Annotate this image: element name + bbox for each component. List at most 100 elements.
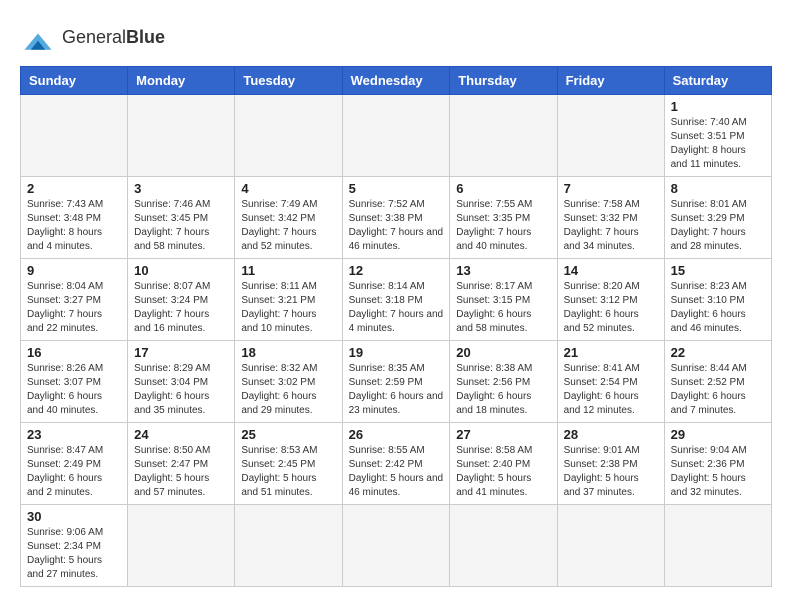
day-number: 29 bbox=[671, 427, 765, 442]
day-info: Sunrise: 8:32 AM Sunset: 3:02 PM Dayligh… bbox=[241, 362, 335, 418]
day-info: Sunrise: 8:41 AM Sunset: 2:54 PM Dayligh… bbox=[564, 362, 658, 418]
day-number: 25 bbox=[241, 427, 335, 442]
calendar-cell: 17 Sunrise: 8:29 AM Sunset: 3:04 PM Dayli… bbox=[128, 341, 235, 423]
day-number: 2 bbox=[27, 181, 121, 196]
weekday-header-saturday: Saturday bbox=[664, 67, 771, 95]
day-info: Sunrise: 8:35 AM Sunset: 2:59 PM Dayligh… bbox=[349, 362, 444, 418]
day-info: Sunrise: 7:49 AM Sunset: 3:42 PM Dayligh… bbox=[241, 198, 335, 254]
calendar-cell: 5 Sunrise: 7:52 AM Sunset: 3:38 PM Daylig… bbox=[342, 177, 450, 259]
calendar-cell: 20 Sunrise: 8:38 AM Sunset: 2:56 PM Dayli… bbox=[450, 341, 557, 423]
day-info: Sunrise: 8:29 AM Sunset: 3:04 PM Dayligh… bbox=[134, 362, 228, 418]
day-info: Sunrise: 8:58 AM Sunset: 2:40 PM Dayligh… bbox=[456, 444, 550, 500]
calendar-cell bbox=[21, 95, 128, 177]
day-number: 11 bbox=[241, 263, 335, 278]
calendar-cell bbox=[557, 505, 664, 587]
calendar-cell: 12Sunrise: 8:14 AM Sunset: 3:18 PM Dayli… bbox=[342, 259, 450, 341]
calendar-table: SundayMondayTuesdayWednesdayThursdayFrid… bbox=[20, 66, 772, 587]
day-number: 8 bbox=[671, 181, 765, 196]
day-info: Sunrise: 7:52 AM Sunset: 3:38 PM Dayligh… bbox=[349, 198, 444, 254]
calendar-week-2: 2 Sunrise: 7:43 AM Sunset: 3:48 PM Daylig… bbox=[21, 177, 772, 259]
day-info: Sunrise: 7:58 AM Sunset: 3:32 PM Dayligh… bbox=[564, 198, 658, 254]
calendar-week-3: 9 Sunrise: 8:04 AM Sunset: 3:27 PM Daylig… bbox=[21, 259, 772, 341]
day-number: 21 bbox=[564, 345, 658, 360]
calendar-cell: 1Sunrise: 7:40 AM Sunset: 3:51 PM Daylig… bbox=[664, 95, 771, 177]
calendar-cell bbox=[557, 95, 664, 177]
day-info: Sunrise: 8:26 AM Sunset: 3:07 PM Dayligh… bbox=[27, 362, 121, 418]
weekday-header-sunday: Sunday bbox=[21, 67, 128, 95]
calendar-cell: 14 Sunrise: 8:20 AM Sunset: 3:12 PM Dayli… bbox=[557, 259, 664, 341]
calendar-cell: 19Sunrise: 8:35 AM Sunset: 2:59 PM Dayli… bbox=[342, 341, 450, 423]
calendar-cell: 10 Sunrise: 8:07 AM Sunset: 3:24 PM Dayli… bbox=[128, 259, 235, 341]
day-number: 3 bbox=[134, 181, 228, 196]
day-number: 5 bbox=[349, 181, 444, 196]
logo-text: GeneralBlue bbox=[62, 28, 165, 48]
day-info: Sunrise: 9:01 AM Sunset: 2:38 PM Dayligh… bbox=[564, 444, 658, 500]
calendar-cell bbox=[128, 95, 235, 177]
calendar-week-1: 1Sunrise: 7:40 AM Sunset: 3:51 PM Daylig… bbox=[21, 95, 772, 177]
weekday-header-row: SundayMondayTuesdayWednesdayThursdayFrid… bbox=[21, 67, 772, 95]
calendar-cell: 22Sunrise: 8:44 AM Sunset: 2:52 PM Dayli… bbox=[664, 341, 771, 423]
calendar-cell bbox=[664, 505, 771, 587]
day-number: 14 bbox=[564, 263, 658, 278]
calendar-cell: 8 Sunrise: 8:01 AM Sunset: 3:29 PM Daylig… bbox=[664, 177, 771, 259]
weekday-header-wednesday: Wednesday bbox=[342, 67, 450, 95]
day-number: 22 bbox=[671, 345, 765, 360]
day-info: Sunrise: 8:47 AM Sunset: 2:49 PM Dayligh… bbox=[27, 444, 121, 500]
calendar-cell: 6Sunrise: 7:55 AM Sunset: 3:35 PM Daylig… bbox=[450, 177, 557, 259]
calendar-cell bbox=[128, 505, 235, 587]
day-info: Sunrise: 8:17 AM Sunset: 3:15 PM Dayligh… bbox=[456, 280, 550, 336]
calendar-cell bbox=[450, 505, 557, 587]
day-number: 28 bbox=[564, 427, 658, 442]
calendar-cell: 25Sunrise: 8:53 AM Sunset: 2:45 PM Dayli… bbox=[235, 423, 342, 505]
day-info: Sunrise: 8:01 AM Sunset: 3:29 PM Dayligh… bbox=[671, 198, 765, 254]
calendar-cell: 9 Sunrise: 8:04 AM Sunset: 3:27 PM Daylig… bbox=[21, 259, 128, 341]
calendar-cell bbox=[450, 95, 557, 177]
calendar-cell: 3 Sunrise: 7:46 AM Sunset: 3:45 PM Daylig… bbox=[128, 177, 235, 259]
calendar-cell: 21 Sunrise: 8:41 AM Sunset: 2:54 PM Dayli… bbox=[557, 341, 664, 423]
weekday-header-tuesday: Tuesday bbox=[235, 67, 342, 95]
day-number: 24 bbox=[134, 427, 228, 442]
calendar-cell: 11Sunrise: 8:11 AM Sunset: 3:21 PM Dayli… bbox=[235, 259, 342, 341]
day-number: 1 bbox=[671, 99, 765, 114]
day-number: 10 bbox=[134, 263, 228, 278]
weekday-header-monday: Monday bbox=[128, 67, 235, 95]
day-number: 15 bbox=[671, 263, 765, 278]
day-info: Sunrise: 7:46 AM Sunset: 3:45 PM Dayligh… bbox=[134, 198, 228, 254]
day-info: Sunrise: 9:06 AM Sunset: 2:34 PM Dayligh… bbox=[27, 526, 121, 582]
calendar-cell: 15 Sunrise: 8:23 AM Sunset: 3:10 PM Dayli… bbox=[664, 259, 771, 341]
calendar-cell: 26 Sunrise: 8:55 AM Sunset: 2:42 PM Dayli… bbox=[342, 423, 450, 505]
day-number: 20 bbox=[456, 345, 550, 360]
calendar-cell: 29Sunrise: 9:04 AM Sunset: 2:36 PM Dayli… bbox=[664, 423, 771, 505]
day-number: 30 bbox=[27, 509, 121, 524]
day-info: Sunrise: 7:43 AM Sunset: 3:48 PM Dayligh… bbox=[27, 198, 121, 254]
day-info: Sunrise: 8:38 AM Sunset: 2:56 PM Dayligh… bbox=[456, 362, 550, 418]
calendar-cell: 2 Sunrise: 7:43 AM Sunset: 3:48 PM Daylig… bbox=[21, 177, 128, 259]
day-number: 6 bbox=[456, 181, 550, 196]
day-number: 7 bbox=[564, 181, 658, 196]
day-info: Sunrise: 8:14 AM Sunset: 3:18 PM Dayligh… bbox=[349, 280, 444, 336]
calendar-cell: 16Sunrise: 8:26 AM Sunset: 3:07 PM Dayli… bbox=[21, 341, 128, 423]
day-info: Sunrise: 8:55 AM Sunset: 2:42 PM Dayligh… bbox=[349, 444, 444, 500]
logo-icon bbox=[20, 20, 56, 56]
day-info: Sunrise: 8:07 AM Sunset: 3:24 PM Dayligh… bbox=[134, 280, 228, 336]
day-number: 13 bbox=[456, 263, 550, 278]
day-info: Sunrise: 8:50 AM Sunset: 2:47 PM Dayligh… bbox=[134, 444, 228, 500]
day-number: 4 bbox=[241, 181, 335, 196]
day-number: 27 bbox=[456, 427, 550, 442]
calendar-cell: 13 Sunrise: 8:17 AM Sunset: 3:15 PM Dayli… bbox=[450, 259, 557, 341]
day-number: 26 bbox=[349, 427, 444, 442]
logo: GeneralBlue bbox=[20, 20, 165, 56]
calendar-cell: 23 Sunrise: 8:47 AM Sunset: 2:49 PM Dayli… bbox=[21, 423, 128, 505]
calendar-cell: 18Sunrise: 8:32 AM Sunset: 3:02 PM Dayli… bbox=[235, 341, 342, 423]
weekday-header-friday: Friday bbox=[557, 67, 664, 95]
day-number: 23 bbox=[27, 427, 121, 442]
day-info: Sunrise: 8:04 AM Sunset: 3:27 PM Dayligh… bbox=[27, 280, 121, 336]
day-info: Sunrise: 8:23 AM Sunset: 3:10 PM Dayligh… bbox=[671, 280, 765, 336]
calendar-week-5: 23 Sunrise: 8:47 AM Sunset: 2:49 PM Dayli… bbox=[21, 423, 772, 505]
calendar-cell: 4 Sunrise: 7:49 AM Sunset: 3:42 PM Daylig… bbox=[235, 177, 342, 259]
calendar-week-6: 30 Sunrise: 9:06 AM Sunset: 2:34 PM Dayli… bbox=[21, 505, 772, 587]
day-number: 9 bbox=[27, 263, 121, 278]
day-info: Sunrise: 8:20 AM Sunset: 3:12 PM Dayligh… bbox=[564, 280, 658, 336]
calendar-cell: 30 Sunrise: 9:06 AM Sunset: 2:34 PM Dayli… bbox=[21, 505, 128, 587]
day-number: 17 bbox=[134, 345, 228, 360]
